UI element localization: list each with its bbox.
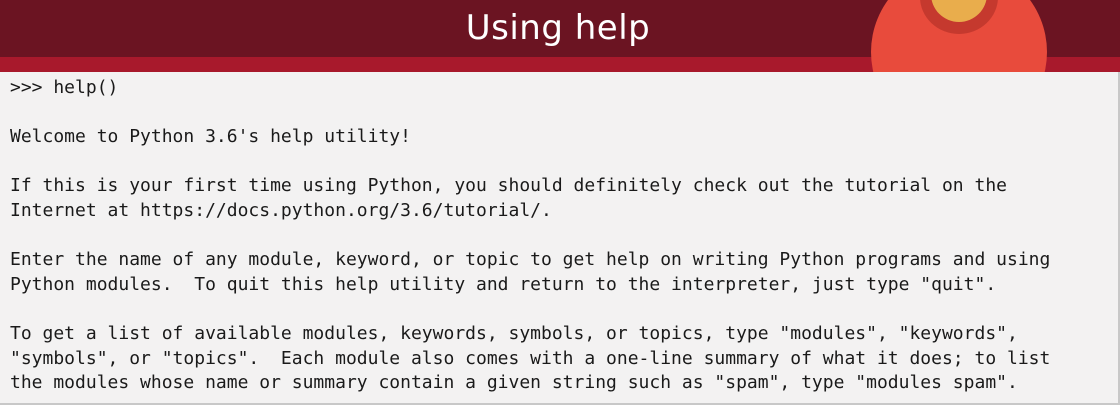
console-line: Internet at https://docs.python.org/3.6/… <box>10 199 552 221</box>
console-line: Python modules. To quit this help utilit… <box>10 273 997 295</box>
python-console: >>> help() Welcome to Python 3.6's help u… <box>0 72 1120 405</box>
console-line: >>> help() <box>10 77 119 98</box>
slide-title: Using help <box>465 8 651 48</box>
console-line: To get a list of available modules, keyw… <box>10 322 1018 344</box>
console-line: Enter the name of any module, keyword, o… <box>10 249 1051 271</box>
console-output: >>> help() Welcome to Python 3.6's help u… <box>10 76 1050 396</box>
slide: Using help >>> help() Welcome to Python 3… <box>0 0 1120 405</box>
console-line: the modules whose name or summary contai… <box>10 372 1018 394</box>
slide-header: Using help <box>0 0 1120 72</box>
console-line: If this is your first time using Python,… <box>10 175 1007 197</box>
console-line: "symbols", or "topics". Each module also… <box>10 347 1051 369</box>
console-line: Welcome to Python 3.6's help utility! <box>10 126 411 148</box>
